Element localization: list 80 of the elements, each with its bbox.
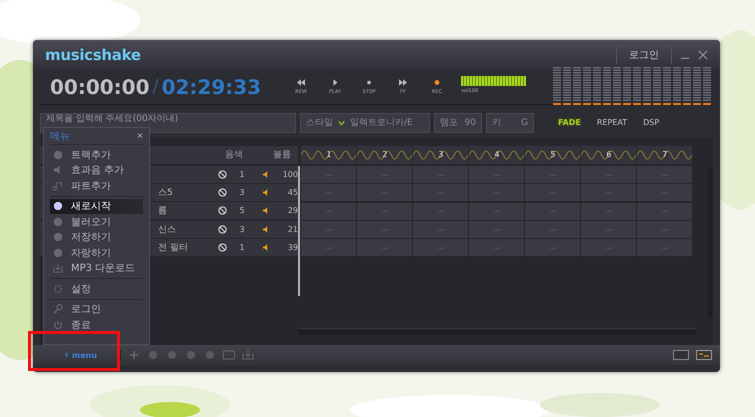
measure-header[interactable]: 4: [469, 146, 524, 164]
speaker-icon: [263, 189, 268, 196]
column-header: 볼륨: [273, 149, 291, 162]
tempo-field[interactable]: 템포 90: [434, 112, 482, 133]
style-dropdown[interactable]: 스타일 일렉트로니카/E: [300, 112, 430, 133]
disc-icon: [53, 201, 63, 212]
menu-title: 메뉴: [50, 130, 70, 143]
caret-icon: [338, 120, 345, 126]
tone-value: 1: [238, 170, 246, 179]
volume-value: 100: [282, 170, 298, 179]
close-icon[interactable]: [698, 50, 708, 60]
speaker-icon: [263, 170, 268, 178]
menu-item[interactable]: 트랙추가: [50, 147, 143, 162]
track-name: 스5: [158, 188, 173, 198]
mute-icon[interactable]: [218, 224, 227, 234]
volume-meter[interactable]: [461, 76, 526, 86]
volume-value: 39: [286, 243, 298, 252]
track-name: 름: [158, 206, 167, 216]
add-icon[interactable]: [128, 350, 140, 360]
menu-item[interactable]: 종료: [50, 317, 143, 332]
logo: musicshake: [45, 46, 141, 64]
note-icon: [53, 180, 63, 191]
measure-header[interactable]: 3: [413, 146, 468, 164]
window-icon[interactable]: [673, 350, 689, 360]
measure-header[interactable]: 6: [581, 146, 636, 164]
rec-icon: [433, 78, 442, 86]
tone-value: 5: [238, 206, 246, 216]
download-icon[interactable]: [242, 350, 254, 360]
column-header: 음색: [225, 149, 243, 162]
tone-value: 3: [238, 188, 246, 198]
time-separator: /: [152, 76, 159, 98]
toggle-button[interactable]: REPEAT: [590, 116, 634, 130]
disc-icon: [53, 232, 63, 242]
volume-value: 29: [286, 206, 298, 216]
screen-icon[interactable]: [223, 350, 235, 360]
menu-item[interactable]: 로그인: [50, 302, 143, 317]
tone-value: 3: [238, 224, 246, 234]
horizontal-scrollbar[interactable]: [298, 328, 696, 336]
volume-value: 45: [286, 188, 298, 198]
disc-icon: [53, 248, 63, 258]
login-button[interactable]: 로그인: [616, 46, 672, 64]
tone-value: 1: [238, 243, 246, 252]
layout-icon[interactable]: [696, 350, 712, 360]
mute-icon[interactable]: [218, 206, 227, 216]
speaker-icon: [263, 207, 268, 214]
lightning-icon: [64, 351, 69, 360]
download-icon: [53, 263, 63, 274]
measure-header[interactable]: 2: [357, 146, 412, 164]
key-field[interactable]: 키 G: [486, 112, 534, 133]
title-field[interactable]: 제목을 입력해 주세요(00자이내): [40, 112, 296, 133]
play-icon: [331, 78, 340, 86]
stop-icon: [365, 78, 374, 86]
close-button[interactable]: ×: [137, 130, 143, 142]
menu-item[interactable]: 설정: [50, 281, 143, 296]
mute-icon[interactable]: [218, 243, 227, 252]
total-time: 02:29:33: [162, 74, 262, 99]
measure-header[interactable]: 1: [301, 146, 356, 164]
power-icon: [53, 320, 63, 330]
rew-icon: [297, 78, 306, 86]
key-icon: [53, 304, 63, 314]
disc-icon: [53, 150, 63, 160]
menu-item[interactable]: 효과음 추가: [50, 162, 143, 178]
measure-header[interactable]: 7: [637, 146, 692, 164]
toggle-button[interactable]: DSP: [637, 116, 666, 130]
ff-icon: [399, 78, 408, 86]
track-name: 전 필터: [158, 243, 188, 254]
mute-icon[interactable]: [218, 188, 227, 198]
menu-item[interactable]: MP3 다운로드: [50, 260, 143, 276]
speaker-icon: [263, 244, 268, 252]
speaker-icon: [263, 226, 268, 233]
elapsed-time: 00:00:00: [50, 74, 150, 99]
menu-button[interactable]: menu: [41, 350, 121, 361]
disc-icon: [53, 216, 63, 227]
measure-header[interactable]: 5: [525, 146, 580, 164]
mute-icon[interactable]: [218, 170, 227, 179]
gear-icon: [53, 284, 63, 294]
track-name: 신스: [158, 224, 176, 235]
toggle-button[interactable]: FADE: [552, 116, 587, 130]
volume-value: 21: [286, 224, 298, 234]
menu-item[interactable]: 새로시작: [50, 198, 143, 214]
